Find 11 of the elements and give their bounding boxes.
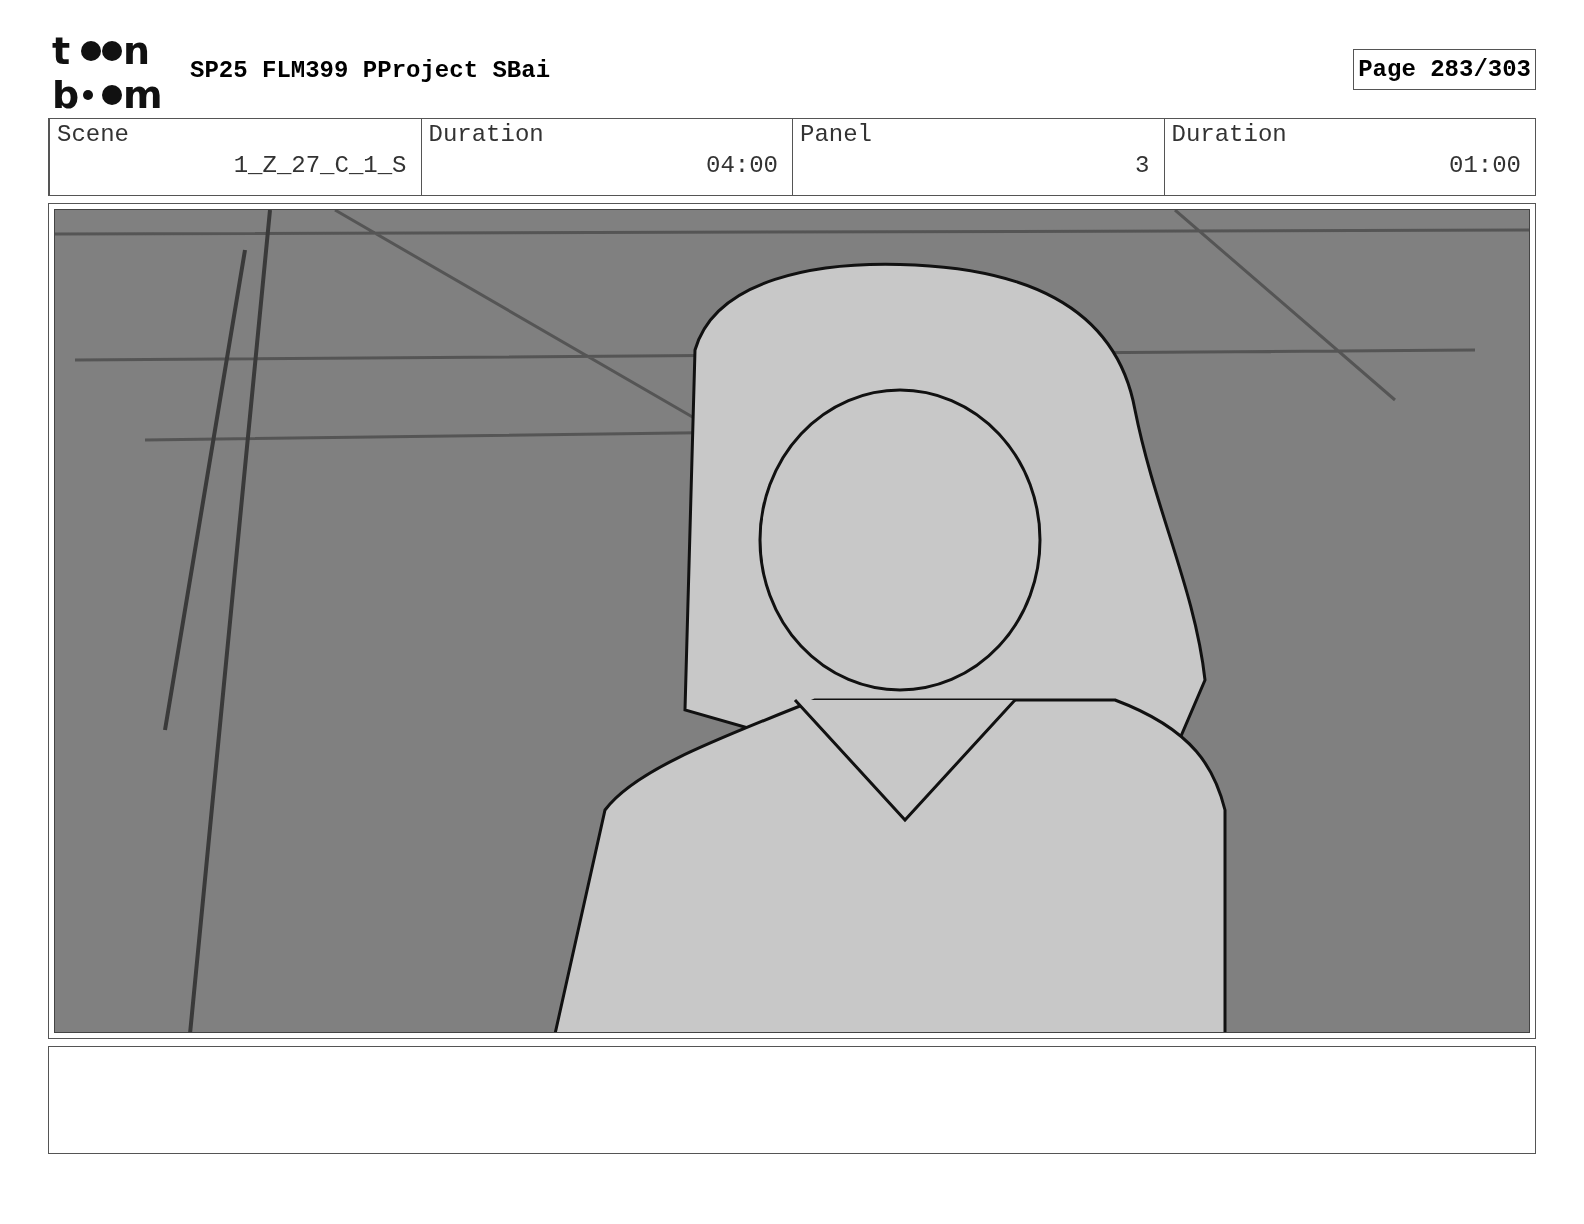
field-value: 01:00: [1449, 152, 1521, 179]
field-label: Duration: [428, 121, 544, 148]
field-value: 04:00: [706, 152, 778, 179]
document-title: SP25 FLM399 PProject SBai: [190, 56, 552, 84]
field-value: 3: [1135, 152, 1150, 179]
logo: t n b m: [52, 29, 164, 117]
field-label: Scene: [57, 121, 129, 148]
field-label: Panel: [800, 121, 872, 148]
field-label: Duration: [1171, 121, 1287, 148]
field-value: 1_Z_27_C_1_S: [233, 152, 407, 179]
page-number: Page 283/303: [1353, 48, 1536, 90]
